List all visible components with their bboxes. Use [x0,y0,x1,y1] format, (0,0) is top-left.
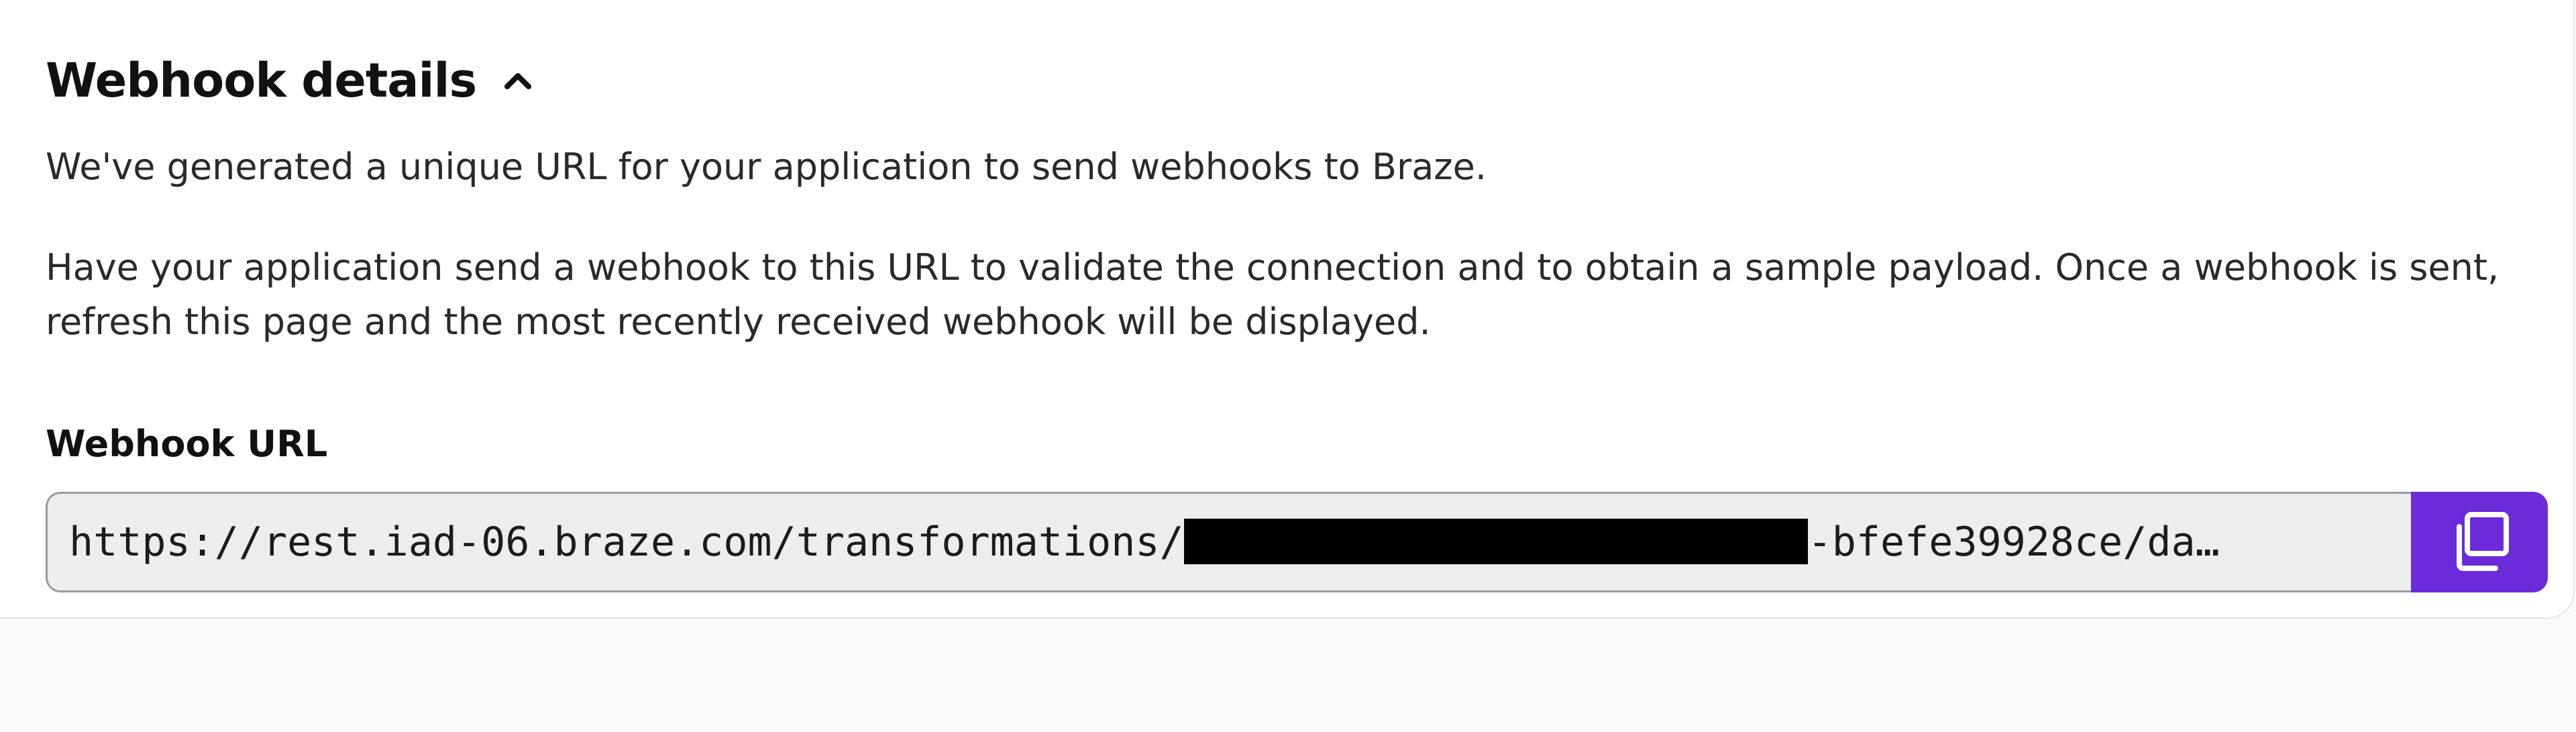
url-prefix: https://rest.iad-06.braze.com/transforma… [69,519,1184,566]
webhook-details-toggle[interactable]: Webhook details [46,47,535,114]
webhook-url-label: Webhook URL [46,423,328,465]
webhook-url-text: https://rest.iad-06.braze.com/transforma… [69,519,2390,566]
description-instructions: Have your application send a webhook to … [46,246,2500,343]
url-suffix: -bfefe39928ce/da… [1807,519,2220,566]
description-intro: We've generated a unique URL for your ap… [46,146,1487,188]
copy-url-button[interactable] [2411,492,2548,592]
redacted-block [1183,519,1808,565]
section-title: Webhook details [46,53,477,108]
chevron-up-icon[interactable] [500,63,535,98]
webhook-details-card: Webhook details We've generated a unique… [0,0,2575,619]
copy-icon [2447,509,2512,576]
webhook-url-field[interactable]: https://rest.iad-06.braze.com/transforma… [46,492,2411,592]
webhook-url-group: https://rest.iad-06.braze.com/transforma… [46,492,2548,592]
